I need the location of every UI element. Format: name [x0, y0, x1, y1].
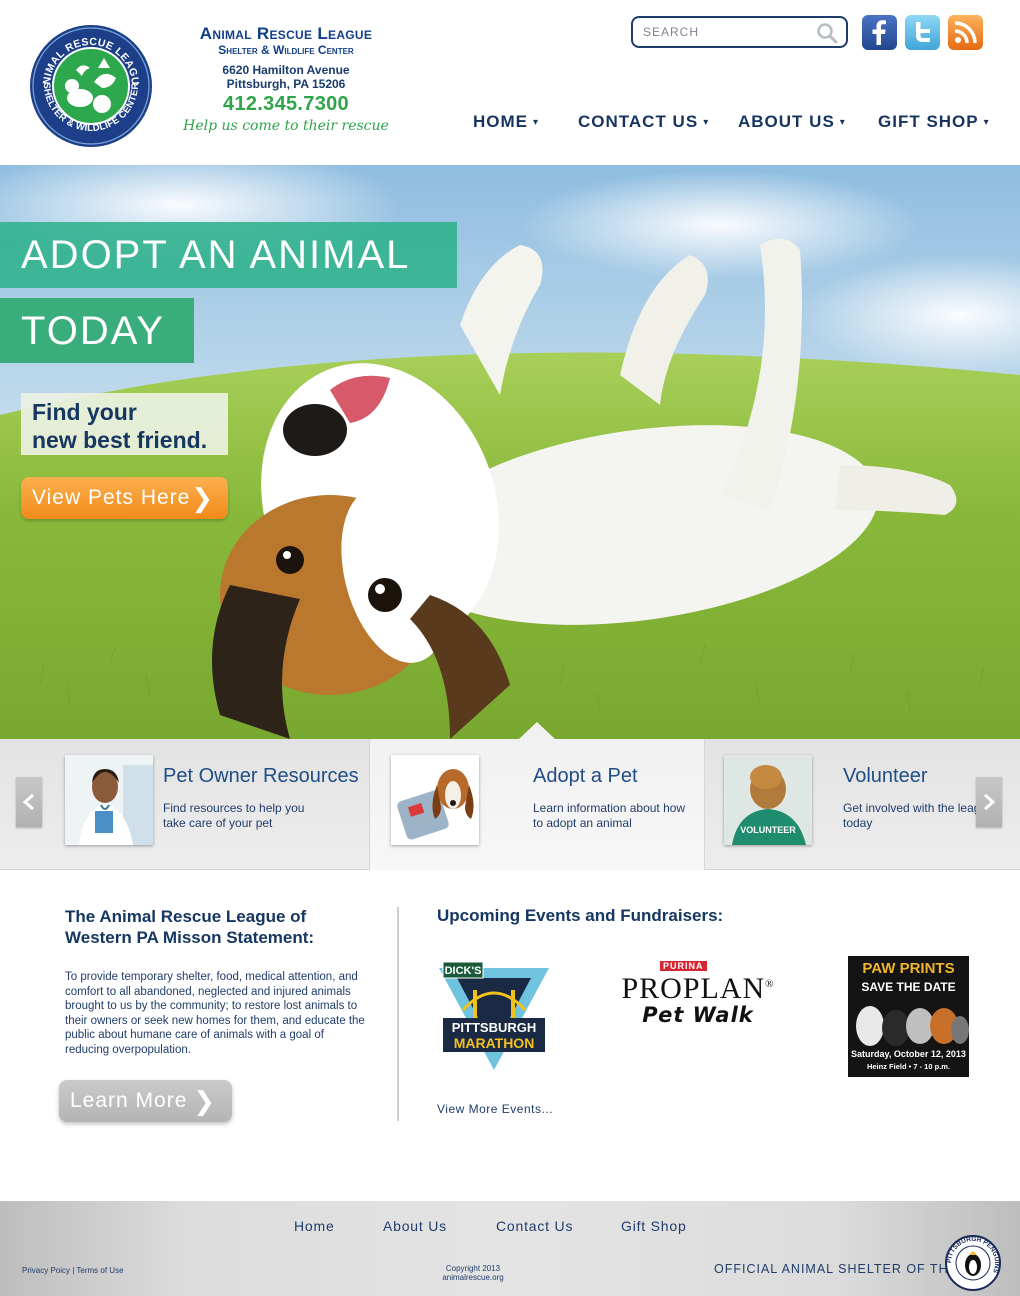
hero-banner-line-2: TODAY — [0, 298, 194, 363]
footer-copyright: Copyright 2013 animalrescue.org — [410, 1264, 536, 1282]
hero-banner-line-1: ADOPT AN ANIMAL — [0, 222, 457, 288]
feature-volunteer[interactable]: VOLUNTEER Volunteer Get involved with th… — [705, 739, 1020, 870]
proplan-pet-walk-logo[interactable]: PURINA PROPLAN® Pet Walk — [607, 960, 789, 1030]
paw-prints-date: Saturday, October 12, 2013 — [851, 1049, 966, 1059]
events-title: Upcoming Events and Fundraisers: — [437, 906, 724, 925]
view-pets-label: View Pets Here — [32, 486, 191, 509]
site-footer: Home About Us Contact Us Gift Shop Priva… — [0, 1201, 1020, 1296]
hero-find-friend: Find your new best friend. — [21, 393, 228, 455]
facebook-icon[interactable] — [862, 15, 897, 50]
search-input[interactable] — [643, 23, 813, 41]
marathon-line-2: MARATHON — [454, 1035, 535, 1051]
footer-link-about-us[interactable]: About Us — [383, 1218, 447, 1234]
pet-walk-label: Pet Walk — [642, 1003, 754, 1027]
chevron-right-icon: ❯ — [191, 483, 214, 513]
feature-desc: Learn information about how to adopt an … — [533, 801, 686, 830]
copyright-line-2: animalrescue.org — [442, 1273, 504, 1282]
mission-title: The Animal Rescue League of Western PA M… — [65, 907, 315, 947]
paw-prints-venue: Heinz Field • 7 - 10 p.m. — [866, 1062, 951, 1071]
carousel-next-button[interactable] — [976, 777, 1002, 827]
chevron-right-icon — [984, 794, 996, 810]
nav-home[interactable]: HOME ▾ — [473, 112, 539, 132]
nav-home-label: HOME — [473, 112, 528, 131]
volunteer-photo: VOLUNTEER — [724, 755, 812, 845]
learn-more-label: Learn More — [70, 1089, 188, 1112]
nav-contact-us[interactable]: CONTACT US ▾ — [578, 112, 709, 132]
feature-title: Pet Owner Resources — [163, 765, 359, 787]
search-box — [631, 16, 848, 48]
feature-desc: Find resources to help you take care of … — [163, 801, 305, 830]
hero-find-line-1: Find your — [32, 399, 137, 425]
legal-separator: | — [72, 1266, 75, 1275]
feature-carousel: Pet Owner Resources Find resources to he… — [0, 722, 1020, 870]
paw-prints-subtitle: SAVE THE DATE — [861, 980, 956, 994]
chevron-down-icon: ▾ — [839, 117, 846, 128]
purina-badge: PURINA — [660, 961, 707, 971]
footer-legal: Privacy Poicy | Terms of Use — [22, 1266, 124, 1275]
content-divider — [397, 907, 399, 1121]
nav-gift-label: GIFT SHOP — [878, 112, 979, 131]
learn-more-button[interactable]: Learn More ❯ — [59, 1080, 232, 1122]
view-pets-button[interactable]: View Pets Here ❯ — [21, 477, 228, 519]
org-subtitle: Shelter & Wildlife Center — [218, 43, 354, 57]
proplan-wordmark: PROPLAN — [621, 972, 766, 1005]
pittsburgh-marathon-logo[interactable]: DICK'S PITTSBURGH MARATHON — [437, 960, 551, 1072]
active-pointer — [519, 722, 555, 739]
privacy-policy-link[interactable]: Privacy Poicy — [22, 1266, 70, 1275]
chevron-left-icon — [22, 794, 34, 810]
feature-adopt-a-pet[interactable]: Adopt a Pet Learn information about how … — [369, 739, 705, 870]
twitter-icon[interactable] — [905, 15, 940, 50]
carousel-prev-button[interactable] — [16, 777, 42, 827]
terms-of-use-link[interactable]: Terms of Use — [76, 1266, 123, 1275]
registered-mark: ® — [765, 978, 775, 990]
site-header: ANIMAL RESCUE LEAGUE SHELTER & WILDLIFE … — [0, 0, 1020, 165]
chevron-right-icon: ❯ — [193, 1086, 216, 1116]
pittsburgh-penguins-logo[interactable]: PITTSBURGH PENGUINS — [945, 1235, 1001, 1291]
chevron-down-icon: ▾ — [983, 117, 990, 128]
paw-prints-animals — [856, 1006, 969, 1046]
vet-photo — [65, 755, 153, 845]
copyright-line-1: Copyright 2013 — [445, 1264, 501, 1273]
chevron-down-icon: ▾ — [703, 117, 710, 128]
paw-prints-poster[interactable]: PAW PRINTS SAVE THE DATE Saturday, Octob… — [848, 956, 969, 1077]
official-shelter-text: OFFICIAL ANIMAL SHELTER OF THE — [714, 1262, 958, 1276]
marathon-sponsor: DICK'S — [445, 965, 482, 977]
proplan-name: PROPLAN® — [607, 972, 789, 1006]
org-name: Animal Rescue League — [199, 24, 373, 43]
nav-contact-label: CONTACT US — [578, 112, 699, 131]
nav-about-label: ABOUT US — [738, 112, 835, 131]
address-line-1: 6620 Hamilton Avenue — [222, 63, 350, 77]
main-nav: HOME ▾ CONTACT US ▾ ABOUT US ▾ GIFT SHOP ▾ — [0, 112, 1020, 134]
nav-gift-shop[interactable]: GIFT SHOP ▾ — [878, 112, 990, 132]
feature-title: Adopt a Pet — [533, 765, 638, 787]
hero: ADOPT AN ANIMAL TODAY Find your new best… — [0, 165, 1020, 739]
nav-about-us[interactable]: ABOUT US ▾ — [738, 112, 846, 132]
rss-icon[interactable] — [948, 15, 983, 50]
footer-link-gift-shop[interactable]: Gift Shop — [621, 1218, 687, 1234]
volunteer-shirt-text: VOLUNTEER — [740, 825, 796, 835]
search-icon[interactable] — [816, 22, 838, 44]
paw-prints-title: PAW PRINTS — [862, 960, 955, 977]
address-line-2: Pittsburgh, PA 15206 — [226, 77, 346, 91]
chevron-down-icon: ▾ — [533, 117, 540, 128]
footer-link-home[interactable]: Home — [294, 1218, 335, 1234]
marathon-line-1: PITTSBURGH — [452, 1020, 537, 1035]
footer-link-contact-us[interactable]: Contact Us — [496, 1218, 573, 1234]
feature-pet-owner-resources[interactable]: Pet Owner Resources Find resources to he… — [0, 739, 369, 870]
basset-suitcase-photo — [391, 755, 479, 845]
view-more-events-link[interactable]: View More Events... — [437, 1102, 553, 1116]
mission-body: To provide temporary shelter, food, medi… — [65, 971, 365, 1056]
mission-section: The Animal Rescue League of Western PA M… — [65, 906, 365, 1057]
feature-title: Volunteer — [843, 765, 928, 787]
hero-find-line-2: new best friend. — [32, 427, 208, 453]
